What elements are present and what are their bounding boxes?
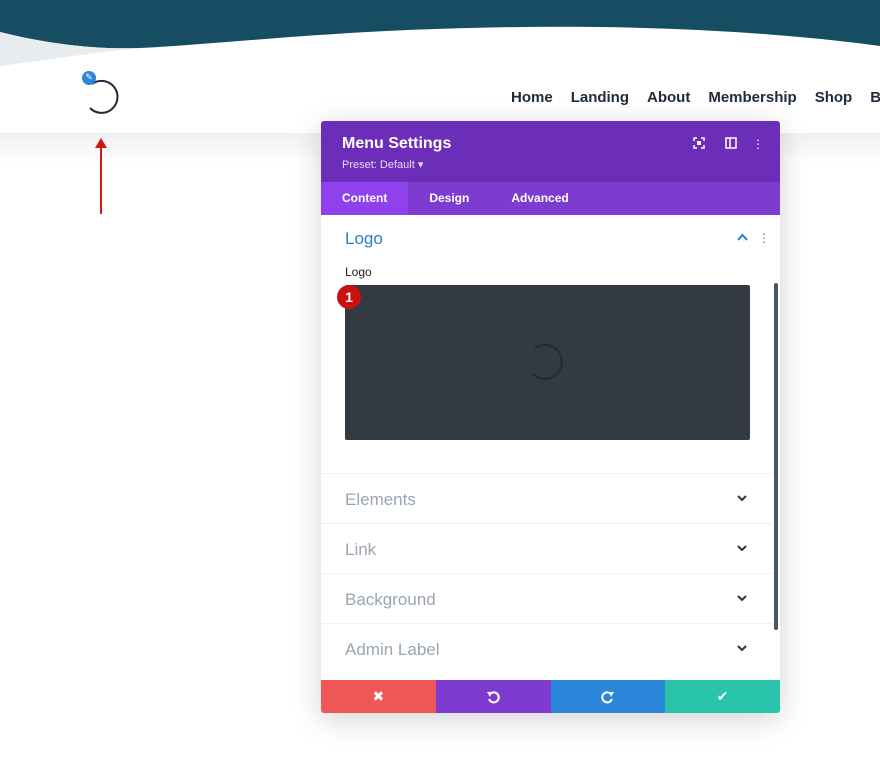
nav-item-shop[interactable]: Shop — [815, 89, 853, 106]
modal-title: Menu Settings — [342, 135, 452, 152]
site-header-background — [0, 0, 880, 135]
chevron-up-icon[interactable] — [737, 231, 748, 244]
preset-selector[interactable]: Preset: Default ▾ — [342, 158, 423, 171]
modal-tabs: Content Design Advanced — [321, 182, 780, 215]
check-icon: ✔ — [716, 688, 729, 705]
section-title-logo[interactable]: Logo — [345, 229, 383, 249]
section-label-link: Link — [345, 540, 377, 559]
step-badge: 1 — [337, 285, 361, 309]
arrow-up-icon — [95, 138, 107, 214]
section-label-elements: Elements — [345, 490, 416, 509]
page: ✎ Home Landing About Membership Shop Bl … — [0, 0, 880, 783]
section-elements[interactable]: Elements — [321, 473, 773, 523]
logo-preview-image — [532, 343, 563, 380]
undo-icon — [487, 690, 500, 703]
section-options-icon[interactable]: ⋮ — [758, 231, 770, 245]
nav-item-membership[interactable]: Membership — [708, 89, 796, 106]
fullscreen-icon[interactable] — [692, 137, 706, 151]
undo-button[interactable] — [435, 680, 551, 713]
modal-header[interactable]: Menu Settings Preset: Default ▾ ⋮ — [321, 121, 780, 182]
section-label-background: Background — [345, 590, 436, 609]
modal-footer: ✖ ✔ — [321, 680, 780, 713]
nav-item-blog[interactable]: Bl — [870, 89, 880, 106]
section-admin-label[interactable]: Admin Label — [321, 623, 773, 673]
nav-item-landing[interactable]: Landing — [571, 89, 629, 106]
more-options-icon[interactable]: ⋮ — [751, 137, 765, 151]
tab-design[interactable]: Design — [408, 182, 490, 215]
menu-settings-modal: Menu Settings Preset: Default ▾ ⋮ Conten… — [321, 121, 780, 713]
section-background[interactable]: Background — [321, 573, 773, 623]
chevron-down-icon[interactable] — [735, 591, 749, 605]
section-label-admin-label: Admin Label — [345, 640, 440, 659]
logo-upload-preview[interactable] — [345, 285, 750, 440]
close-icon: ✖ — [372, 688, 385, 705]
site-nav: Home Landing About Membership Shop Bl — [511, 89, 880, 106]
chevron-down-icon[interactable] — [735, 641, 749, 655]
split-view-icon[interactable] — [724, 137, 738, 151]
nav-item-about[interactable]: About — [647, 89, 690, 106]
chevron-down-icon[interactable] — [735, 541, 749, 555]
tab-content[interactable]: Content — [321, 182, 409, 215]
save-button[interactable]: ✔ — [665, 680, 780, 713]
scrollbar[interactable] — [774, 283, 778, 630]
redo-button[interactable] — [550, 680, 666, 713]
nav-item-home[interactable]: Home — [511, 89, 553, 106]
logo-field-label: Logo — [345, 265, 372, 279]
chevron-down-icon[interactable] — [735, 491, 749, 505]
discard-button[interactable]: ✖ — [321, 680, 436, 713]
pencil-icon[interactable]: ✎ — [82, 71, 96, 85]
tab-advanced[interactable]: Advanced — [490, 182, 589, 215]
redo-icon — [601, 690, 614, 703]
section-link[interactable]: Link — [321, 523, 773, 573]
